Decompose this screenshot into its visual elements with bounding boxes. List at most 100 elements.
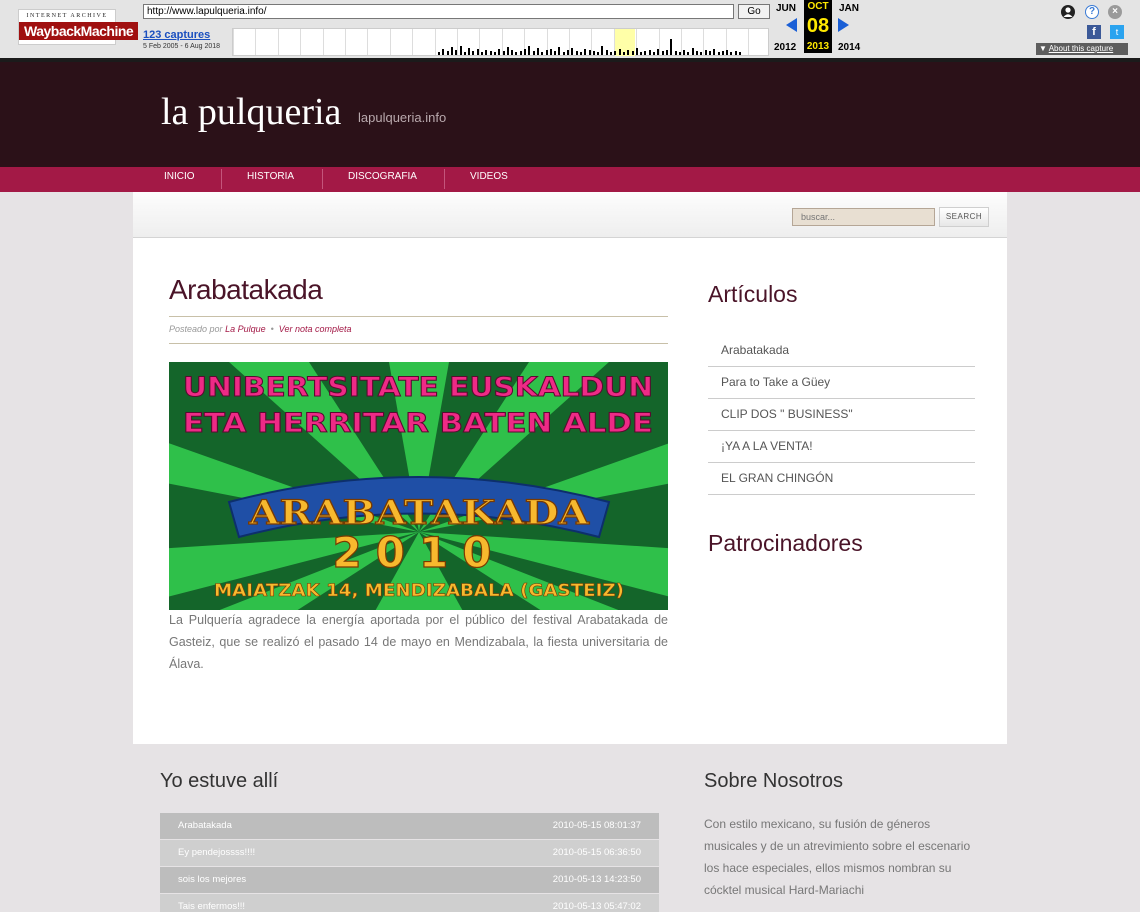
wayback-go-button[interactable]: Go: [738, 4, 770, 19]
next-year-link[interactable]: 2014: [838, 42, 860, 53]
help-icon[interactable]: ?: [1085, 5, 1099, 19]
article-link[interactable]: Arabatakada: [708, 335, 975, 367]
list-item[interactable]: sois los mejores 2010-05-13 14:23:50: [160, 867, 659, 893]
sparkline-bar: [704, 50, 707, 55]
prev-year-link[interactable]: 2012: [774, 42, 796, 53]
sparkline-bar: [665, 50, 668, 55]
sparkline-bar: [481, 52, 483, 55]
sparkline-divider: [277, 29, 279, 55]
list-item[interactable]: Arabatakada 2010-05-15 08:01:37: [160, 813, 659, 839]
sparkline-bar: [691, 48, 694, 55]
sparkline-bar: [446, 51, 449, 55]
search-input[interactable]: [792, 208, 935, 226]
sparkline-bar: [506, 47, 509, 55]
list-item[interactable]: Ey pendejossss!!!! 2010-05-15 06:36:50: [160, 840, 659, 866]
main-nav: INICIO HISTORIA DISCOGRAFIA VIDEOS: [0, 167, 1140, 192]
sparkline-bar: [519, 51, 522, 55]
current-year: 2013: [804, 40, 832, 53]
sparkline-divider: [322, 29, 324, 55]
sparkline-divider: [748, 29, 750, 55]
sparkline-bar: [450, 47, 453, 55]
nav-item-videos[interactable]: VIDEOS: [470, 167, 508, 192]
site-description: lapulqueria.info: [358, 110, 447, 125]
about-capture-button[interactable]: ▼ About this capture: [1036, 43, 1128, 55]
article-link[interactable]: ¡YA A LA VENTA!: [708, 431, 975, 463]
sparkline-divider: [389, 29, 391, 55]
sparkline-bar: [713, 49, 716, 55]
capture-sparkline[interactable]: [232, 28, 769, 56]
post-image[interactable]: UNIBERTSITATE EUSKALDUN ETA HERRITAR BAT…: [169, 362, 668, 610]
post-title[interactable]: Arabatakada: [169, 274, 323, 306]
read-more-link[interactable]: Ver nota completa: [279, 324, 352, 334]
sparkline-bar: [683, 50, 686, 55]
sparkline-divider: [681, 29, 682, 55]
sparkline-divider: [345, 29, 346, 55]
sparkline-bar: [597, 52, 600, 55]
post-meta-prefix: Posteado por: [169, 324, 223, 334]
sparkline-bar: [485, 50, 488, 55]
list-item-date: 2010-05-15 08:01:37: [552, 820, 641, 831]
search-button[interactable]: SEARCH: [939, 207, 989, 227]
sparkline-bar: [730, 52, 733, 55]
nav-divider: [444, 169, 445, 189]
list-item-date: 2010-05-13 05:47:02: [552, 901, 641, 912]
articles-heading: Artículos: [708, 281, 798, 307]
next-capture-arrow-icon[interactable]: [838, 18, 849, 32]
sparkline-bar: [674, 51, 677, 55]
sparkline-bar: [601, 46, 604, 55]
sparkline-bar: [541, 52, 544, 55]
poster-line2: ETA HERRITAR BATEN ALDE: [183, 408, 653, 439]
divider: [169, 343, 668, 344]
wayback-logo-main: WaybackMachine: [19, 22, 139, 40]
list-item[interactable]: Tais enfermos!!! 2010-05-13 05:47:02: [160, 894, 659, 912]
sparkline-divider: [233, 29, 234, 55]
sparkline-bar: [657, 49, 660, 55]
nav-item-historia[interactable]: HISTORIA: [247, 167, 294, 192]
nav-item-inicio[interactable]: INICIO: [164, 167, 195, 192]
prev-month-link[interactable]: JUN: [776, 3, 796, 14]
article-link[interactable]: Para to Take a Güey: [708, 367, 975, 399]
capture-range: 5 Feb 2005 - 6 Aug 2018: [143, 43, 221, 50]
article-link[interactable]: CLIP DOS " BUSINESS": [708, 399, 975, 431]
post-meta: Posteado por La Pulque • Ver nota comple…: [169, 324, 352, 334]
sparkline-bar: [696, 51, 698, 55]
sparkline-bar: [489, 51, 492, 55]
sparkline-bar: [726, 50, 729, 55]
sparkline-bar: [700, 52, 703, 55]
sparkline-bar: [640, 52, 643, 55]
list-item-name: Ey pendejossss!!!!: [178, 847, 256, 858]
sparkline-bar: [605, 50, 608, 55]
arabatakada-poster: UNIBERTSITATE EUSKALDUN ETA HERRITAR BAT…: [169, 362, 668, 610]
sparkline-bar: [468, 48, 471, 55]
poster-footer: MAIATZAK 14, MENDIZABALA (GASTEIZ): [214, 581, 624, 601]
yo-estuve-heading: Yo estuve allí: [160, 770, 279, 792]
next-month-link[interactable]: JAN: [839, 3, 859, 14]
sobre-nosotros-text: Con estilo mexicano, su fusión de género…: [704, 817, 971, 897]
wayback-logo-top: INTERNET ARCHIVE: [26, 13, 108, 19]
user-icon[interactable]: [1061, 5, 1075, 19]
sparkline-bar: [717, 52, 720, 55]
wayback-logo[interactable]: INTERNET ARCHIVE WaybackMachine: [18, 9, 139, 45]
content-panel: SEARCH Arabatakada Posteado por La Pulqu…: [133, 192, 1007, 744]
sparkline-bar: [463, 52, 466, 55]
captures-link[interactable]: 123 captures: [143, 29, 210, 41]
list-item-name: Tais enfermos!!!: [178, 901, 246, 912]
author-link[interactable]: La Pulque: [225, 324, 266, 334]
site-title[interactable]: la pulqueria: [161, 90, 341, 134]
sparkline-bar: [536, 48, 539, 55]
twitter-icon[interactable]: t: [1110, 25, 1124, 39]
sparkline-bar: [618, 49, 621, 55]
close-icon[interactable]: ×: [1108, 5, 1122, 19]
sparkline-bar: [575, 51, 578, 55]
current-day: 08: [804, 13, 832, 40]
list-item-date: 2010-05-13 14:23:50: [552, 874, 641, 885]
sparkline-bar: [678, 52, 681, 55]
sparkline-bar: [644, 51, 647, 55]
sparkline-bar: [459, 46, 462, 55]
facebook-icon[interactable]: f: [1087, 25, 1101, 39]
nav-item-discografia[interactable]: DISCOGRAFIA: [348, 167, 417, 192]
wayback-url-input[interactable]: [143, 4, 734, 19]
prev-capture-arrow-icon[interactable]: [786, 18, 797, 32]
article-link[interactable]: EL GRAN CHINGÓN: [708, 463, 975, 495]
sparkline-bar: [721, 51, 724, 55]
